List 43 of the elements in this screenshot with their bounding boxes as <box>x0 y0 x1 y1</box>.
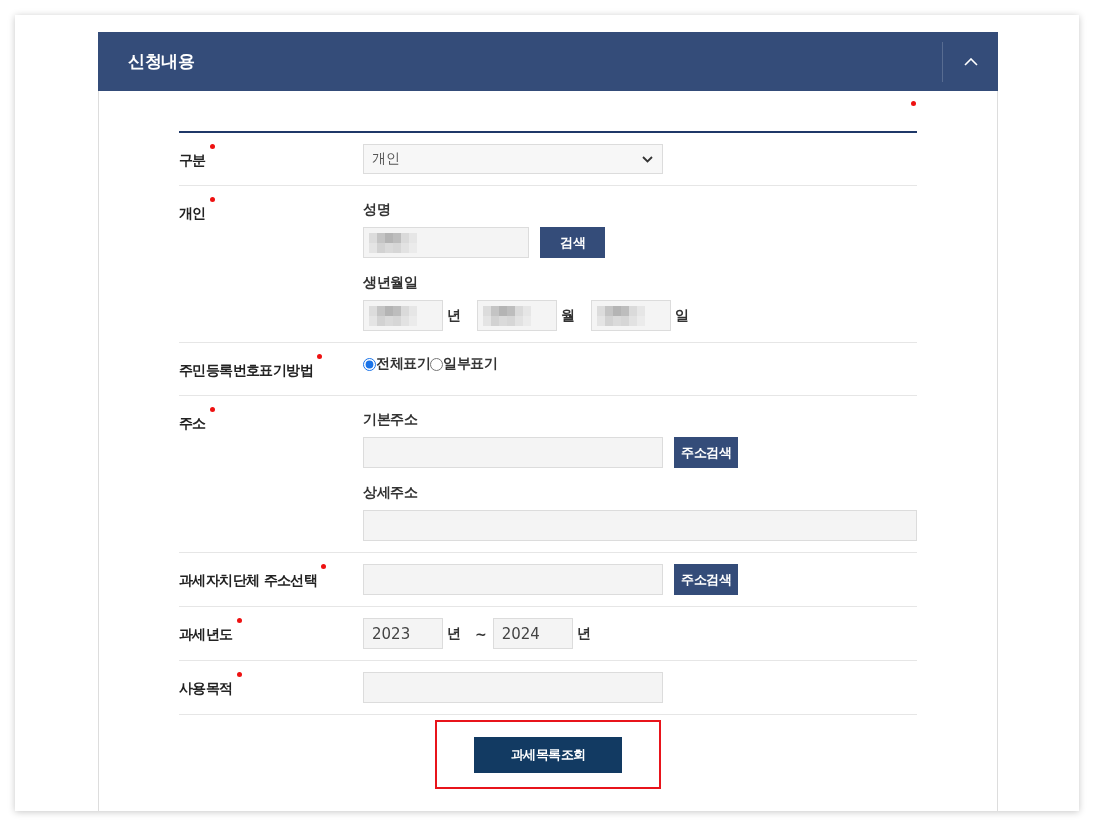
unit-label: 월 <box>561 306 575 325</box>
field-label: 과세자치단체 주소선택 <box>179 571 318 590</box>
text-input[interactable] <box>477 300 557 331</box>
sub-label: 생년월일 <box>363 273 417 292</box>
radio-label: 전체표기 <box>376 355 430 373</box>
unit-label: 년 <box>576 624 591 643</box>
sub-label: 상세주소 <box>363 483 417 502</box>
text-input[interactable] <box>363 300 443 331</box>
field-label: 주소 <box>179 414 206 433</box>
text-input[interactable] <box>363 672 663 703</box>
radio-button[interactable] <box>430 357 443 371</box>
unit-label: 일 <box>675 306 689 325</box>
range-separator: ~ <box>475 625 487 642</box>
pixelated-text-icon <box>369 232 417 253</box>
pixelated-text-icon <box>369 305 417 326</box>
text-input[interactable] <box>363 437 663 468</box>
unit-label: 년 <box>447 306 461 325</box>
radio-button[interactable] <box>363 357 376 371</box>
field-label: 주민등록번호표기방법 <box>179 361 313 380</box>
pixelated-text-icon <box>597 305 645 326</box>
chevron-up-icon <box>963 57 978 66</box>
panel-title: 신청내용 <box>128 50 194 73</box>
field-label: 사용목적 <box>179 679 233 698</box>
unit-label: 년 <box>447 624 461 643</box>
chevron-down-icon <box>642 155 653 163</box>
text-input[interactable] <box>591 300 671 331</box>
pixelated-text-icon <box>483 305 531 326</box>
text-input[interactable]: 2023 <box>363 618 443 649</box>
text-input[interactable] <box>363 227 529 258</box>
dropdown-select[interactable]: 개인 <box>363 144 663 174</box>
radio-label: 일부표기 <box>443 355 497 373</box>
text-input[interactable] <box>363 510 917 541</box>
address-search-button[interactable]: 주소검색 <box>674 437 738 468</box>
search-button[interactable]: 검색 <box>540 227 605 258</box>
sub-label: 기본주소 <box>363 410 417 429</box>
submit-button[interactable]: 과세목록조회 <box>474 736 622 773</box>
field-label: 구분 <box>179 151 206 170</box>
address-search-button[interactable]: 주소검색 <box>674 564 738 595</box>
sub-label: 성명 <box>363 200 390 219</box>
field-label: 과세년도 <box>179 625 233 644</box>
field-label: 개인 <box>179 204 206 223</box>
text-input[interactable] <box>363 564 663 595</box>
text-input[interactable]: 2024 <box>492 618 573 649</box>
